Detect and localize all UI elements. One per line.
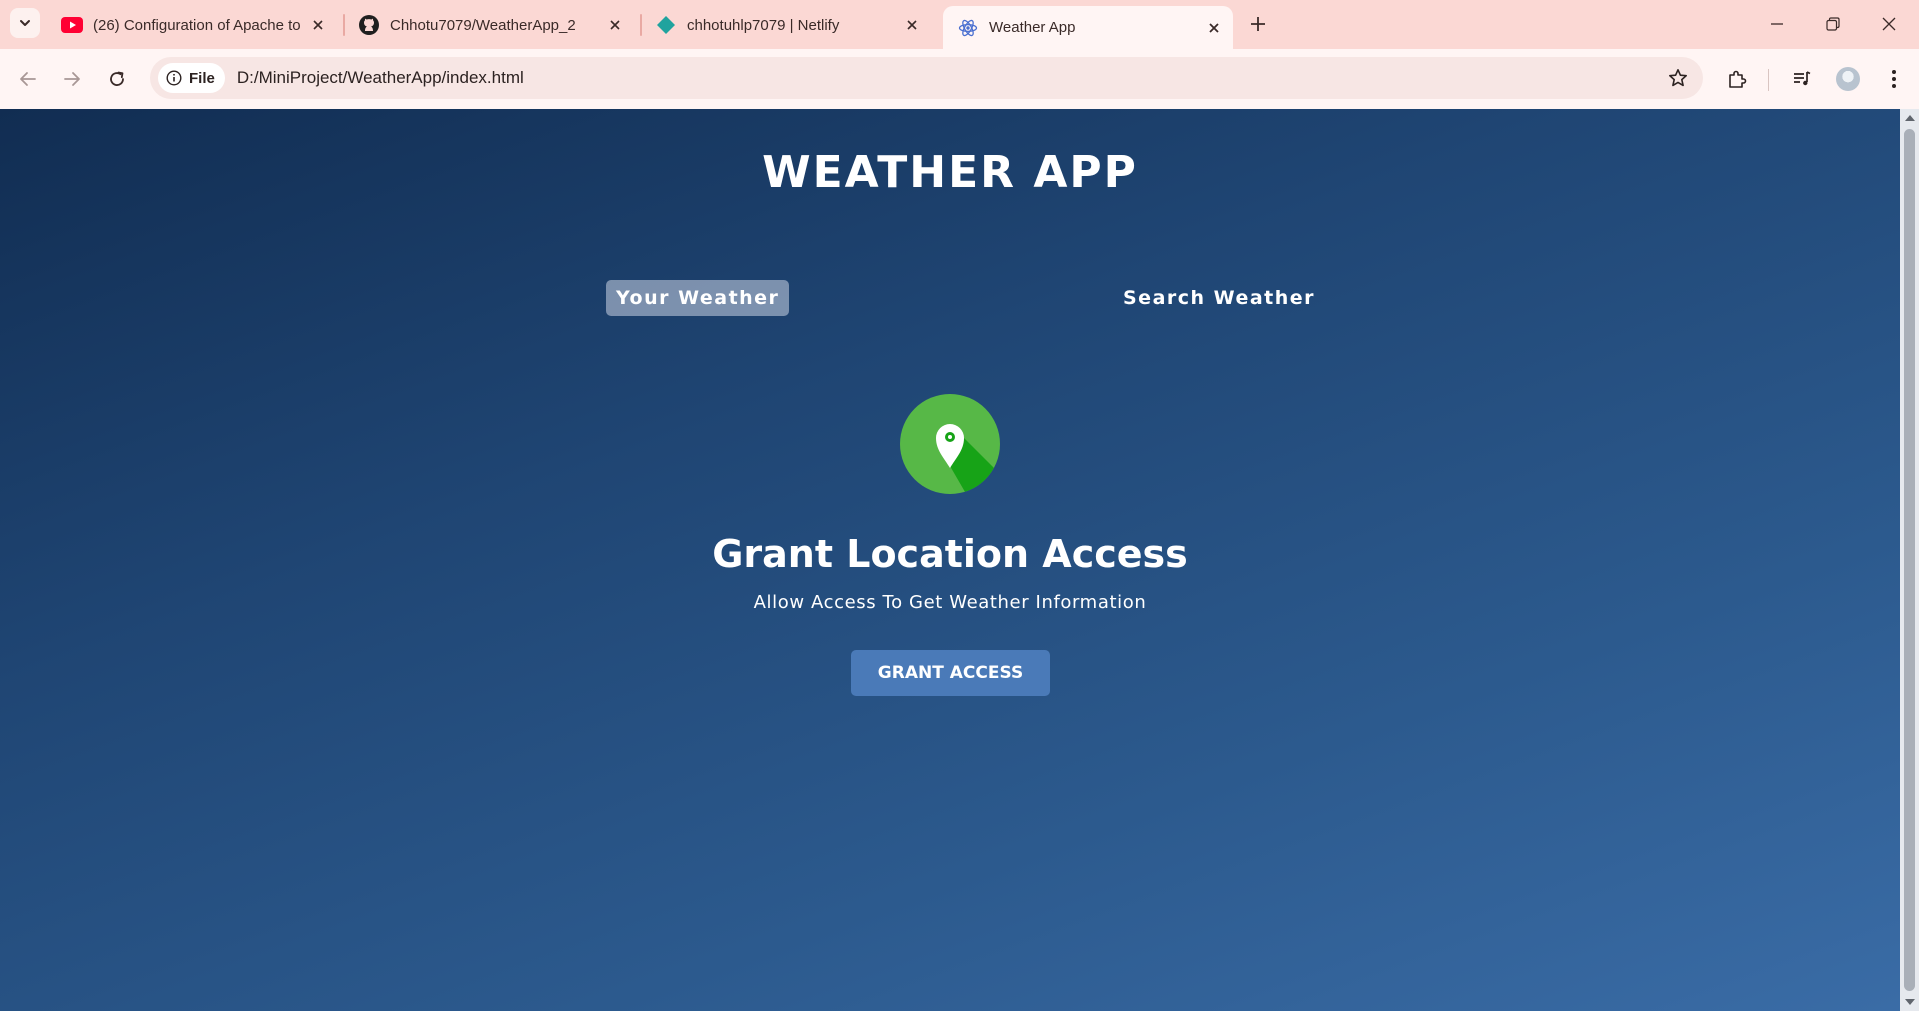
- browser-toolbar: File D:/MiniProject/WeatherApp/index.htm…: [0, 49, 1919, 109]
- close-icon[interactable]: [307, 14, 329, 36]
- netlify-icon: [655, 14, 677, 36]
- address-bar[interactable]: File D:/MiniProject/WeatherApp/index.htm…: [150, 57, 1703, 99]
- react-icon: [957, 17, 979, 39]
- tab-title: (26) Configuration of Apache to: [93, 16, 301, 34]
- minimize-icon: [1771, 23, 1783, 25]
- site-info-chip[interactable]: File: [158, 63, 225, 93]
- scrollbar-thumb[interactable]: [1904, 129, 1915, 991]
- scroll-down-arrow-icon[interactable]: [1905, 999, 1915, 1005]
- close-icon[interactable]: [1203, 17, 1225, 39]
- chevron-down-icon: [20, 20, 30, 26]
- browser-tab-youtube[interactable]: (26) Configuration of Apache to: [47, 6, 337, 44]
- tab-title: chhotuhlp7079 | Netlify: [687, 16, 840, 34]
- close-icon: [1882, 17, 1896, 31]
- scroll-up-arrow-icon[interactable]: [1905, 115, 1915, 121]
- site-chip-label: File: [189, 69, 215, 87]
- location-pin-icon: [900, 394, 1000, 494]
- puzzle-icon: [1729, 70, 1747, 88]
- close-icon[interactable]: [901, 14, 923, 36]
- restore-icon: [1826, 17, 1840, 31]
- more-vertical-icon: [1892, 70, 1896, 88]
- plus-icon: [1251, 17, 1265, 31]
- extensions-button[interactable]: [1721, 63, 1753, 95]
- close-window-button[interactable]: [1867, 8, 1911, 40]
- restore-button[interactable]: [1811, 8, 1855, 40]
- playlist-music-icon: [1794, 71, 1811, 86]
- menu-button[interactable]: [1878, 63, 1910, 95]
- browser-tab-netlify[interactable]: chhotuhlp7079 | Netlify: [641, 6, 931, 44]
- toolbar-divider: [1768, 69, 1769, 91]
- avatar: [1836, 67, 1860, 91]
- grant-access-title: Grant Location Access: [712, 532, 1188, 576]
- back-button[interactable]: [12, 63, 44, 95]
- tab-title: Chhotu7079/WeatherApp_2: [390, 16, 576, 34]
- arrow-left-icon: [20, 72, 36, 86]
- reload-icon: [110, 71, 124, 86]
- new-tab-button[interactable]: [1244, 10, 1272, 38]
- info-icon: [166, 70, 182, 86]
- minimize-button[interactable]: [1755, 8, 1799, 40]
- browser-tab-strip: (26) Configuration of Apache to Chhotu70…: [0, 0, 1919, 49]
- grant-access-subtitle: Allow Access To Get Weather Information: [753, 592, 1147, 613]
- forward-button[interactable]: [56, 63, 88, 95]
- page-title: WEATHER APP: [762, 147, 1138, 198]
- tab-search-button[interactable]: [10, 8, 40, 38]
- youtube-icon: [61, 14, 83, 36]
- tab-title: Weather App: [989, 19, 1076, 36]
- bookmark-star-button[interactable]: [1667, 67, 1689, 89]
- page-viewport: WEATHER APP Your Weather Search Weather …: [0, 109, 1900, 1011]
- browser-tab-github[interactable]: Chhotu7079/WeatherApp_2: [344, 6, 634, 44]
- tab-your-weather[interactable]: Your Weather: [606, 280, 790, 316]
- close-icon[interactable]: [604, 14, 626, 36]
- star-icon: [1669, 69, 1687, 87]
- grant-access-button[interactable]: GRANT ACCESS: [851, 650, 1050, 696]
- github-icon: [358, 14, 380, 36]
- profile-button[interactable]: [1832, 63, 1864, 95]
- browser-tab-weather-app[interactable]: Weather App: [943, 6, 1233, 49]
- tab-search-weather[interactable]: Search Weather: [1113, 280, 1325, 316]
- media-controls-button[interactable]: [1786, 63, 1818, 95]
- arrow-right-icon: [64, 72, 80, 86]
- page-scrollbar[interactable]: [1900, 109, 1919, 1011]
- url-text[interactable]: D:/MiniProject/WeatherApp/index.html: [237, 68, 524, 88]
- reload-button[interactable]: [101, 63, 133, 95]
